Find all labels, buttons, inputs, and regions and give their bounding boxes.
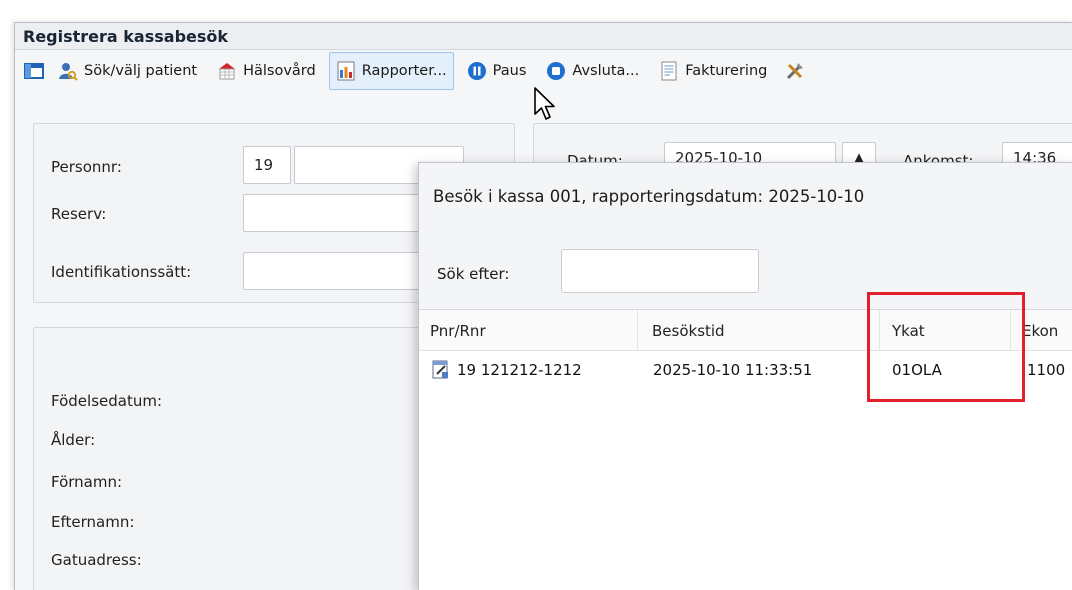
row-pnr: 19 121212-1212 — [457, 361, 582, 379]
identifikationssatt-label: Identifikationssätt: — [51, 263, 192, 281]
column-besokstid[interactable]: Besökstid — [652, 322, 725, 340]
search-patient-label: Sök/välj patient — [84, 63, 198, 79]
row-besokstid: 2025-10-10 11:33:51 — [653, 361, 813, 379]
fakturering-label: Fakturering — [685, 63, 768, 79]
row-ykat: 01OLA — [892, 361, 942, 379]
alder-label: Ålder: — [51, 431, 96, 449]
rapporter-button[interactable]: Rapporter... — [328, 52, 454, 90]
column-ekon[interactable]: Ekon — [1022, 322, 1058, 340]
calendar-icon — [217, 61, 237, 81]
column-pnr[interactable]: Pnr/Rnr — [430, 322, 486, 340]
visit-list-popup: Besök i kassa 001, rapporteringsdatum: 2… — [418, 162, 1072, 590]
fakturering-button[interactable]: Fakturering — [652, 52, 774, 90]
avsluta-button[interactable]: Avsluta... — [539, 52, 646, 90]
efternamn-label: Efternamn: — [51, 513, 135, 531]
grid-header: Pnr/Rnr Besökstid Ykat Ekon — [419, 310, 1072, 351]
personnr-label: Personnr: — [51, 158, 122, 176]
paus-label: Paus — [492, 63, 527, 79]
gatuadress-label: Gatuadress: — [51, 551, 142, 569]
column-separator[interactable] — [879, 310, 880, 350]
tools-icon — [785, 61, 805, 81]
search-input[interactable] — [561, 249, 759, 293]
document-icon — [431, 360, 451, 380]
popup-title: Besök i kassa 001, rapporteringsdatum: 2… — [433, 187, 865, 206]
halsovard-label: Hälsovård — [243, 63, 316, 79]
pause-icon — [467, 61, 487, 81]
rapporter-label: Rapporter... — [361, 63, 447, 79]
visit-grid: Pnr/Rnr Besökstid Ykat Ekon 19 121212-12… — [419, 309, 1072, 590]
halsovard-button[interactable]: Hälsovård — [210, 52, 323, 90]
personnr-century-field[interactable]: 19 — [243, 146, 291, 184]
user-search-icon — [58, 61, 78, 81]
row-ekon: 1100 — [1027, 361, 1066, 379]
report-icon — [336, 61, 356, 81]
search-label: Sök efter: — [437, 265, 510, 283]
table-row[interactable]: 19 121212-1212 2025-10-10 11:33:51 01OLA… — [419, 358, 1072, 384]
reserv-label: Reserv: — [51, 205, 107, 223]
mouse-cursor-icon — [534, 87, 555, 120]
stop-icon — [546, 61, 566, 81]
fodelsedatum-label: Födelsedatum: — [51, 392, 162, 410]
invoice-icon — [659, 61, 679, 81]
tools-button[interactable] — [780, 52, 810, 90]
column-ykat[interactable]: Ykat — [892, 322, 925, 340]
window-title: Registrera kassabesök — [15, 23, 1072, 50]
layout-icon — [24, 61, 44, 81]
personnr-century-value: 19 — [254, 156, 274, 174]
column-separator[interactable] — [1010, 310, 1011, 350]
avsluta-label: Avsluta... — [572, 63, 640, 79]
column-separator[interactable] — [637, 310, 638, 350]
layout-button[interactable] — [19, 52, 49, 90]
fornamn-label: Förnamn: — [51, 473, 123, 491]
search-patient-button[interactable]: Sök/välj patient — [51, 52, 204, 90]
paus-button[interactable]: Paus — [460, 52, 534, 90]
